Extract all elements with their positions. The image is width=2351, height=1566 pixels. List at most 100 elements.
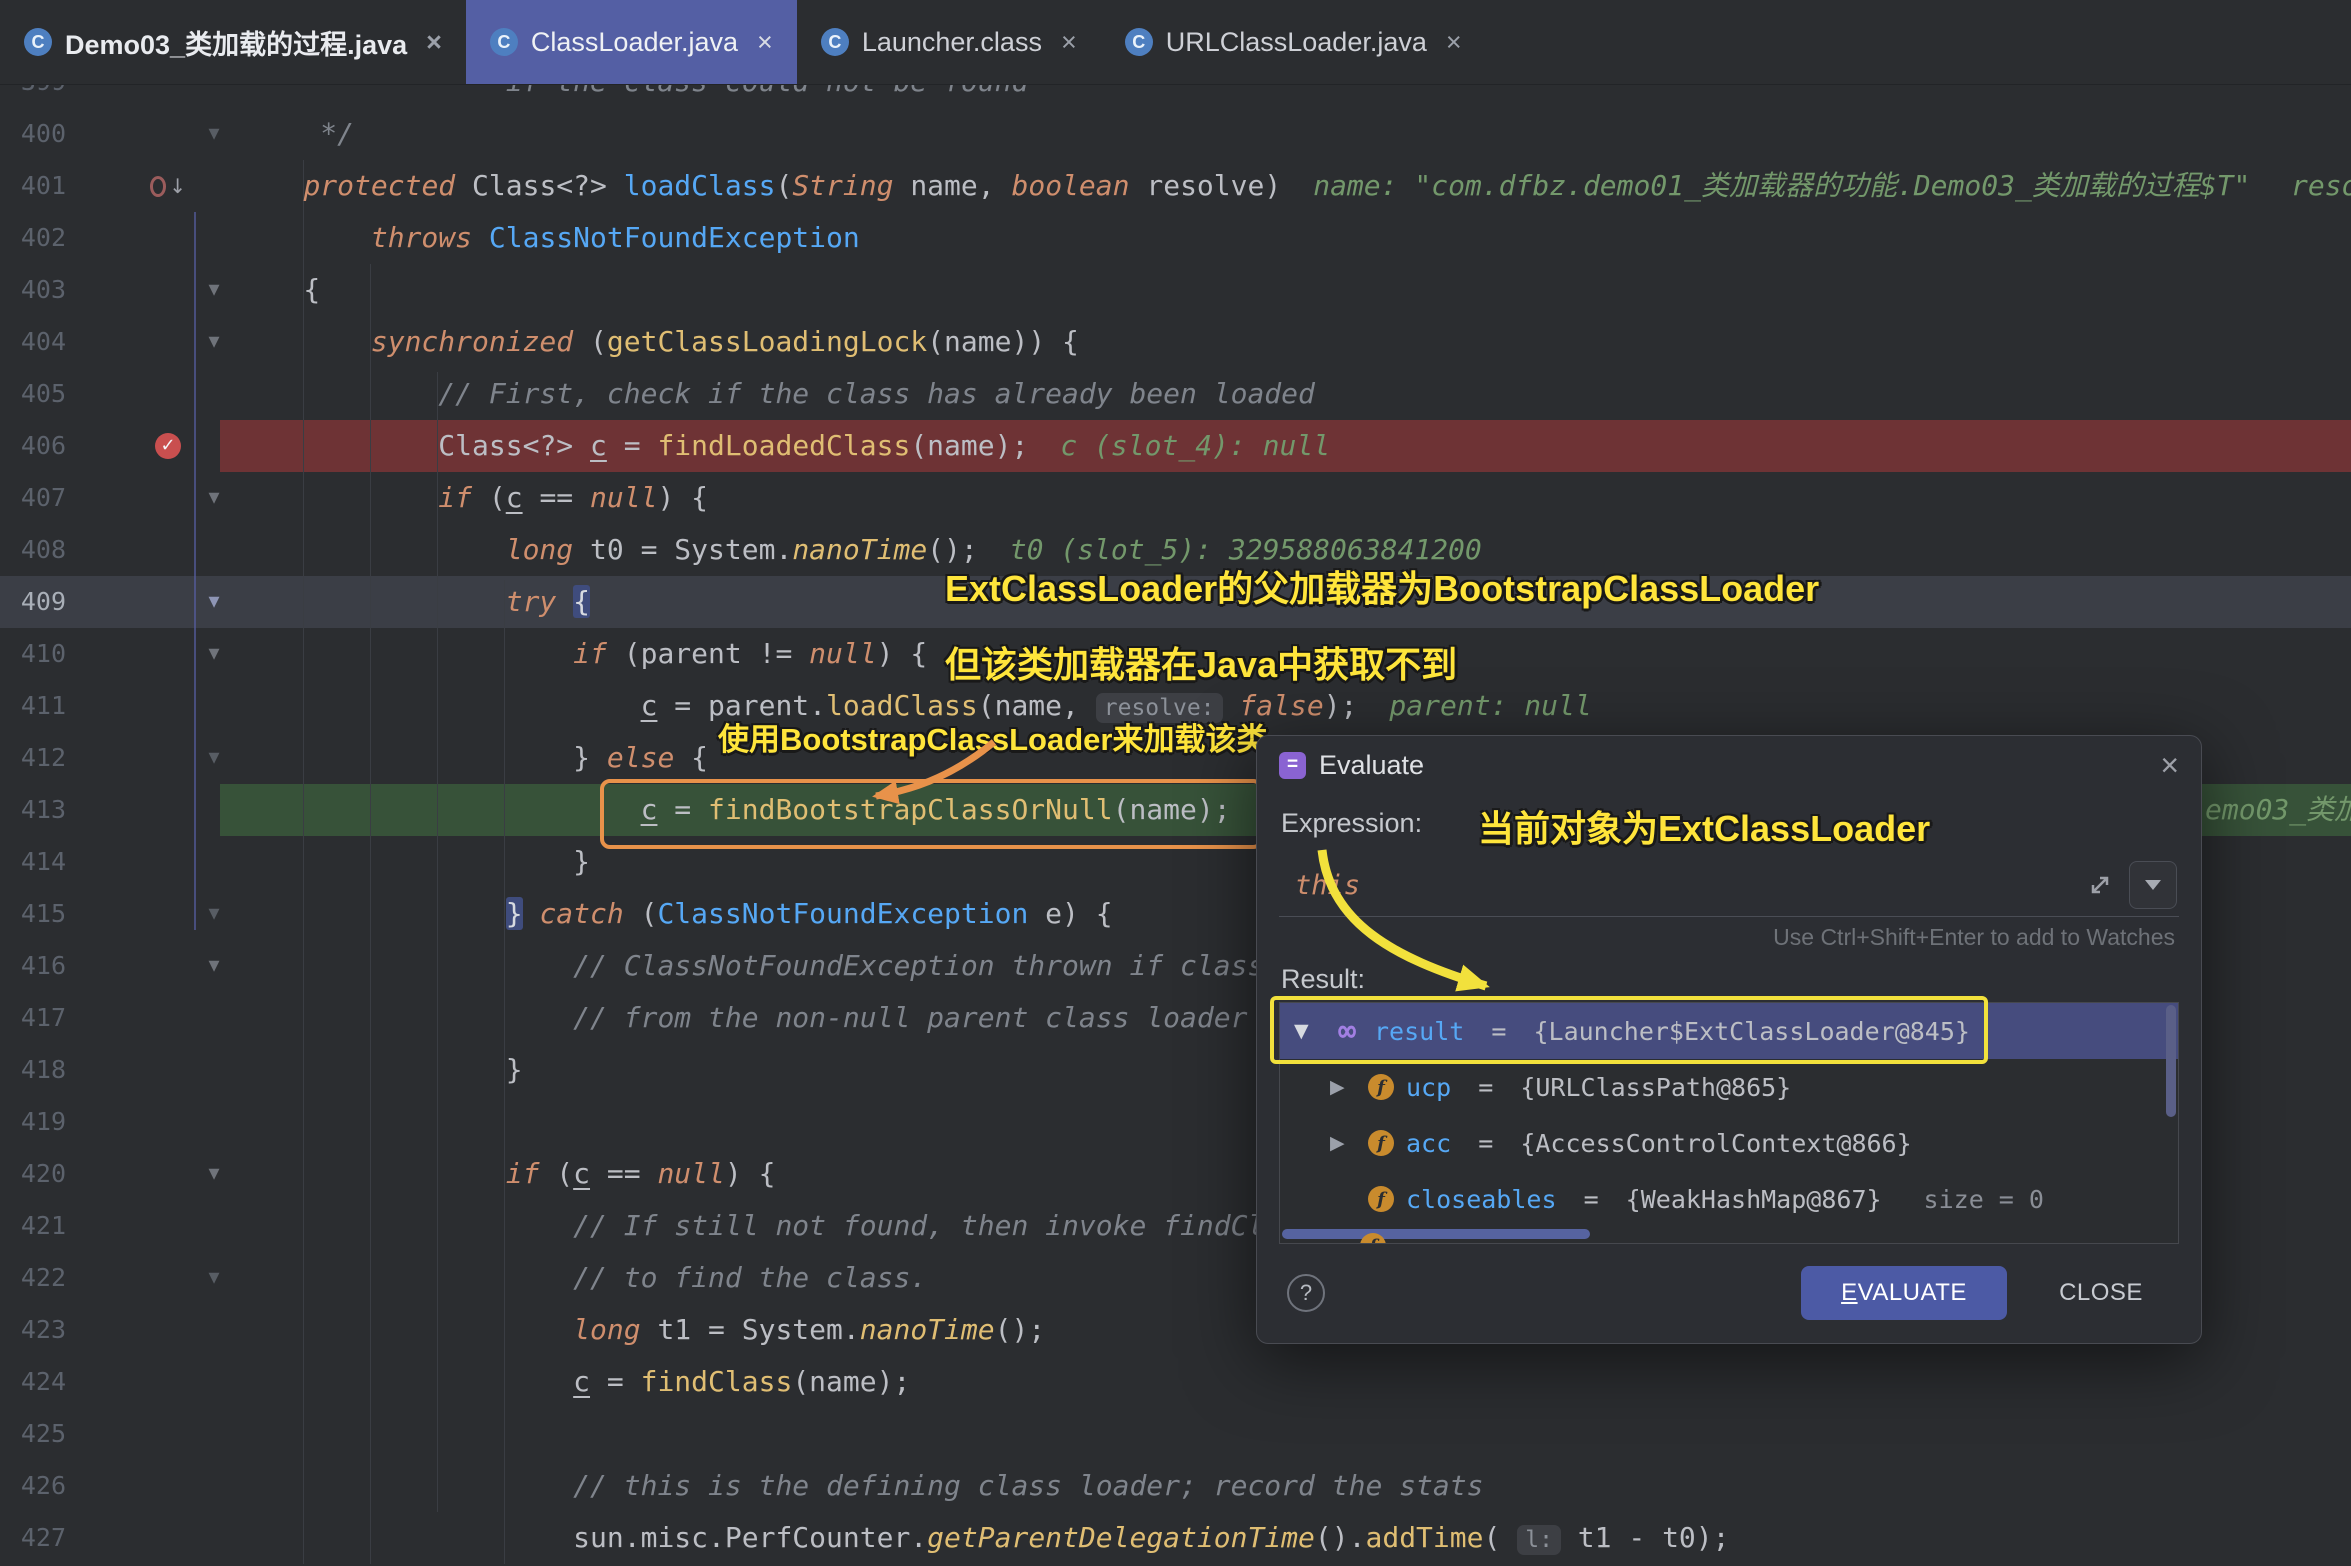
code-line-406[interactable]: Class<?> c = findLoadedClass(name);c (sl… <box>236 420 2351 472</box>
code-line-404[interactable]: synchronized (getClassLoadingLock(name))… <box>236 316 2351 368</box>
gutter-chevron-icon[interactable]: ▾ <box>196 316 232 368</box>
line-number: 421 <box>0 1200 66 1252</box>
line-number: 414 <box>0 836 66 888</box>
annotation-text-3: 使用BootstrapClassLoader来加载该类 <box>718 714 1267 759</box>
line-number: 418 <box>0 1044 66 1096</box>
line-number: 417 <box>0 992 66 1044</box>
gutter-chevron-icon[interactable]: ▾ <box>196 628 232 680</box>
code-line-401[interactable]: protected Class<?> loadClass(String name… <box>236 160 2351 212</box>
code-line-407[interactable]: if (c == null) { <box>236 472 2351 524</box>
debugger-inline-hint: name: "com.dfbz.demo01_类加载器的功能.Demo03_类加… <box>1313 169 2250 202</box>
debugger-inline-hint: c (slot_4): null <box>1060 429 1330 462</box>
class-icon: C <box>1125 28 1153 56</box>
tree-row-ucp[interactable]: ▶ fucp = {URLClassPath@865} <box>1280 1059 2178 1115</box>
line-number: 411 <box>0 680 66 732</box>
gutter-chevron-icon[interactable]: ▾ <box>196 940 232 992</box>
code-line-424[interactable]: c = findClass(name); <box>236 1356 2351 1408</box>
history-dropdown-button[interactable] <box>2129 861 2177 909</box>
line-number: 422 <box>0 1252 66 1304</box>
check-icon: ✓ <box>160 437 175 455</box>
tab-classloader-java[interactable]: C ClassLoader.java × <box>466 0 797 84</box>
line-number: 416 <box>0 940 66 992</box>
field-icon: f <box>1368 1186 1394 1212</box>
tab-label: ClassLoader.java <box>531 27 738 58</box>
chevron-right-icon[interactable]: ▶ <box>1330 1076 1356 1098</box>
fold-arrow-icon[interactable]: ▾ <box>196 108 232 160</box>
clipped-hint-fragment: emo03_类加载 <box>2205 784 2351 836</box>
close-icon[interactable]: × <box>426 27 442 58</box>
class-icon: C <box>490 28 518 56</box>
code-line-427[interactable]: sun.misc.PerfCounter.getParentDelegation… <box>236 1512 2351 1564</box>
close-icon[interactable]: × <box>1446 27 1462 58</box>
tab-label: Demo03_类加载的过程.java <box>65 23 407 62</box>
tree-row-closeables[interactable]: fcloseables = {WeakHashMap@867}size = 0 <box>1280 1171 2178 1227</box>
expression-label: Expression: <box>1281 808 1422 839</box>
line-number: 412 <box>0 732 66 784</box>
variable-name: acc <box>1406 1129 1451 1158</box>
vertical-scrollbar[interactable] <box>2166 1005 2176 1117</box>
chevron-right-icon[interactable]: ▶ <box>1330 1132 1356 1154</box>
line-number: 404 <box>0 316 66 368</box>
field-icon: f <box>1368 1130 1394 1156</box>
code-line-405[interactable]: // First, check if the class has already… <box>236 368 2351 420</box>
annotation-text-2: 但该类加载器在Java中获取不到 <box>945 636 1457 688</box>
method-marker-icon[interactable]: ↓ <box>150 160 186 212</box>
tab-launcher-class[interactable]: CLauncher.class× <box>797 0 1101 84</box>
line-number: 408 <box>0 524 66 576</box>
breakpoint-icon[interactable]: ✓ <box>150 420 186 472</box>
evaluate-button[interactable]: EVALUATE <box>1801 1266 2007 1320</box>
editor-tab-bar: CDemo03_类加载的过程.java×CClassLoader.java×CL… <box>0 0 2351 85</box>
expand-editor-icon[interactable] <box>2085 870 2115 900</box>
debugger-inline-hint: parent: null <box>1389 689 1591 722</box>
code-line-403[interactable]: { <box>236 264 2351 316</box>
line-number: 401 <box>0 160 66 212</box>
line-number: 423 <box>0 1304 66 1356</box>
variable-name: ucp <box>1406 1073 1451 1102</box>
close-button[interactable]: CLOSE <box>2041 1266 2161 1320</box>
breakpoint-dot: ✓ <box>155 433 181 459</box>
result-label: Result: <box>1281 964 1365 995</box>
equals-sign: = <box>1463 1073 1508 1102</box>
down-arrow-icon: ↓ <box>169 176 186 196</box>
code-line-425[interactable] <box>236 1408 2351 1460</box>
close-icon[interactable]: × <box>1061 27 1077 58</box>
field-icon: f <box>1368 1074 1394 1100</box>
variable-value: {URLClassPath@865} <box>1520 1073 1791 1102</box>
dialog-title-bar[interactable]: Evaluate × <box>1257 736 2201 794</box>
code-line-402[interactable]: throws ClassNotFoundException <box>236 212 2351 264</box>
close-icon[interactable]: × <box>757 27 773 58</box>
line-number: 419 <box>0 1096 66 1148</box>
class-icon: C <box>24 28 52 56</box>
tab-urlclassloader-java[interactable]: CURLClassLoader.java× <box>1101 0 1486 84</box>
variable-value: {WeakHashMap@867} <box>1626 1185 1882 1214</box>
dialog-title: Evaluate <box>1319 750 1424 781</box>
line-number: 420 <box>0 1148 66 1200</box>
watches-hint: Use Ctrl+Shift+Enter to add to Watches <box>1773 924 2175 951</box>
clipped-hint-fragment: resolve: <box>2291 160 2351 212</box>
gutter-chevron-icon[interactable]: ▾ <box>196 472 232 524</box>
execution-marker-icon[interactable]: ▾ <box>196 576 232 628</box>
ring-icon <box>150 176 166 197</box>
gutter-chevron-icon[interactable]: ▾ <box>196 1148 232 1200</box>
gutter-chevron-icon[interactable]: ▾ <box>196 264 232 316</box>
chevron-down-icon <box>2145 880 2161 890</box>
horizontal-scrollbar[interactable] <box>1282 1229 1590 1239</box>
code-line-400[interactable]: */ <box>236 108 2351 160</box>
close-icon[interactable]: × <box>2160 749 2179 781</box>
fold-arrow-icon[interactable]: ▾ <box>196 732 232 784</box>
expression-value: this <box>1279 870 1360 901</box>
expression-input[interactable]: this <box>1279 854 2179 917</box>
line-number: 402 <box>0 212 66 264</box>
line-number: 425 <box>0 1408 66 1460</box>
fold-arrow-icon[interactable]: ▾ <box>196 888 232 940</box>
tree-row-acc[interactable]: ▶facc = {AccessControlContext@866} <box>1280 1115 2178 1171</box>
line-number: 400 <box>0 108 66 160</box>
variable-value: {AccessControlContext@866} <box>1520 1129 1911 1158</box>
fold-arrow-icon[interactable]: ▾ <box>196 1252 232 1304</box>
code-line-426[interactable]: // this is the defining class loader; re… <box>236 1460 2351 1512</box>
tab-demo03-java[interactable]: C Demo03_类加载的过程.java × <box>0 0 466 84</box>
annotation-text-1: ExtClassLoader的父加载器为BootstrapClassLoader <box>945 560 1819 612</box>
variable-extra: size = 0 <box>1924 1185 2044 1214</box>
help-button[interactable]: ? <box>1287 1274 1325 1312</box>
line-number: 410 <box>0 628 66 680</box>
